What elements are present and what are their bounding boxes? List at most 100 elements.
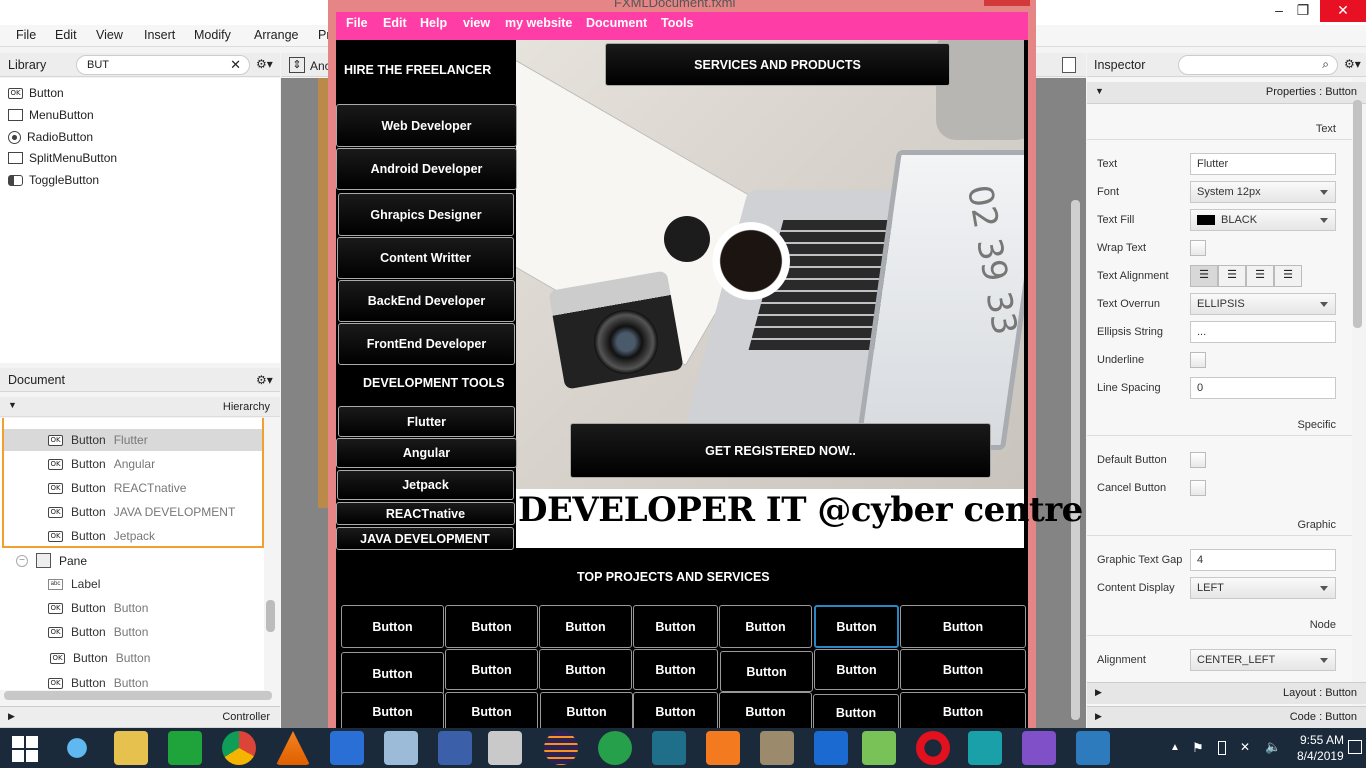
android-studio-icon[interactable] — [862, 731, 896, 765]
opera-icon[interactable] — [916, 731, 950, 765]
photos-icon[interactable] — [1076, 731, 1110, 765]
tree-row-button[interactable]: OK Button Button — [48, 625, 148, 639]
tree-vscrollbar[interactable] — [266, 600, 275, 632]
ellipsis-string-field[interactable]: ... — [1190, 321, 1336, 343]
grid-button[interactable]: Button — [445, 692, 538, 732]
grid-button[interactable]: Button — [341, 605, 444, 648]
tree-row-button[interactable]: OK Button Button — [48, 677, 148, 689]
grid-button[interactable]: Button — [341, 692, 444, 732]
align-center-icon[interactable]: ☰ — [1218, 265, 1246, 287]
code-header[interactable]: ▶ Code : Button — [1087, 706, 1366, 728]
content-display-select[interactable]: LEFT — [1190, 577, 1336, 599]
grid-button[interactable]: Button — [633, 605, 718, 648]
library-item-menubutton[interactable]: MenuButton — [8, 108, 94, 122]
grid-button[interactable]: Button — [341, 652, 444, 695]
text-overrun-select[interactable]: ELLIPSIS — [1190, 293, 1336, 315]
line-spacing-field[interactable]: 0 — [1190, 377, 1336, 399]
grid-button[interactable]: Button — [539, 649, 632, 690]
text-field[interactable]: Flutter — [1190, 153, 1336, 175]
grid-button[interactable]: Button — [539, 605, 632, 648]
tree-row-flutter[interactable]: OK Button Flutter — [48, 433, 148, 447]
grid-button[interactable]: Button — [540, 692, 633, 732]
tree-row-java[interactable]: OK Button JAVA DEVELOPMENT — [48, 505, 235, 519]
web-developer-button[interactable]: Web Developer — [336, 104, 517, 147]
library-search-input[interactable]: BUT ✕ — [76, 55, 250, 75]
collapse-arrow-icon[interactable]: ▼ — [1095, 86, 1104, 96]
canvas-vscrollbar[interactable] — [1071, 200, 1080, 720]
tray-battery-icon[interactable] — [1218, 741, 1226, 755]
grid-button[interactable]: Button — [813, 694, 899, 732]
internet-explorer-icon[interactable] — [60, 731, 94, 765]
box-app-icon[interactable] — [384, 731, 418, 765]
shield-app-icon[interactable] — [652, 731, 686, 765]
grid-button[interactable]: Button — [633, 692, 718, 732]
grid-button[interactable]: Button — [814, 649, 899, 690]
hierarchy-bar[interactable]: ▼ Hierarchy — [0, 397, 280, 417]
visual-studio-icon[interactable] — [1022, 731, 1056, 765]
collapse-arrow-icon[interactable]: ▼ — [8, 400, 17, 410]
jetpack-button[interactable]: Jetpack — [337, 470, 514, 500]
menu-insert[interactable]: Insert — [144, 28, 175, 42]
inspector-search-input[interactable]: ⌕ — [1178, 55, 1338, 75]
menu-modify[interactable]: Modify — [194, 28, 231, 42]
android-developer-button[interactable]: Android Developer — [336, 148, 517, 190]
wps-icon[interactable] — [330, 731, 364, 765]
backend-developer-button[interactable]: BackEnd Developer — [338, 280, 515, 322]
fx-menu-edit[interactable]: Edit — [383, 16, 407, 30]
tree-hscrollbar[interactable] — [4, 691, 272, 700]
fx-menu-tools[interactable]: Tools — [661, 16, 693, 30]
clear-search-icon[interactable]: ✕ — [230, 57, 241, 73]
tree-row-angular[interactable]: OK Button Angular — [48, 457, 155, 471]
tree-row-reactnative[interactable]: OK Button REACTnative — [48, 481, 186, 495]
grid-button[interactable]: Button — [900, 605, 1026, 648]
expand-arrow-icon[interactable]: ▶ — [1095, 687, 1102, 698]
fx-menu-mywebsite[interactable]: my website — [505, 16, 572, 30]
start-windows-icon[interactable] — [12, 736, 38, 762]
chrome-icon[interactable] — [222, 731, 256, 765]
wrap-text-checkbox[interactable] — [1190, 240, 1206, 256]
font-select[interactable]: System 12px — [1190, 181, 1336, 203]
clock-date[interactable]: 8/4/2019 — [1297, 749, 1344, 763]
alignment-select[interactable]: CENTER_LEFT — [1190, 649, 1336, 671]
collapse-circle-icon[interactable]: − — [16, 554, 28, 567]
library-item-button[interactable]: OK Button — [8, 86, 64, 100]
tree-row-jetpack[interactable]: OK Button Jetpack — [48, 529, 155, 543]
eclipse-icon[interactable] — [544, 731, 578, 765]
frontend-developer-button[interactable]: FrontEnd Developer — [338, 323, 515, 365]
tree-row-button[interactable]: OK Button Button — [48, 601, 148, 615]
file-explorer-icon[interactable] — [114, 731, 148, 765]
fx-close-button[interactable] — [984, 0, 1030, 6]
archive-icon[interactable] — [760, 731, 794, 765]
graphics-designer-button[interactable]: Ghrapics Designer — [338, 193, 514, 236]
inspector-vscrollbar[interactable] — [1353, 100, 1362, 328]
anchor-icon[interactable]: ⇕ — [289, 57, 305, 73]
fx-menu-help[interactable]: Help — [420, 16, 447, 30]
grid-button[interactable]: Button — [445, 649, 538, 690]
scenebuilder-icon[interactable] — [488, 731, 522, 765]
services-products-button[interactable]: SERVICES AND PRODUCTS — [605, 43, 950, 86]
menu-file[interactable]: File — [16, 28, 36, 42]
angular-button[interactable]: Angular — [336, 438, 517, 468]
grid-button[interactable]: Button — [633, 649, 718, 690]
camera-app-icon[interactable] — [968, 731, 1002, 765]
grid-button[interactable]: Button — [719, 692, 812, 732]
controller-bar[interactable]: ▶ Controller — [0, 706, 280, 728]
notification-icon[interactable] — [1348, 740, 1362, 754]
align-left-icon[interactable]: ☰ — [1190, 265, 1218, 287]
clock-time[interactable]: 9:55 AM — [1300, 733, 1344, 747]
grid-button[interactable]: Button — [900, 692, 1026, 732]
tray-up-arrow-icon[interactable]: ▲ — [1170, 742, 1180, 753]
underline-checkbox[interactable] — [1190, 352, 1206, 368]
grid-button[interactable]: Button — [720, 651, 813, 692]
tree-row-button[interactable]: OK Button Button — [50, 651, 150, 665]
green-app-icon[interactable] — [598, 731, 632, 765]
grid-button[interactable]: Button — [900, 649, 1026, 690]
store-icon[interactable] — [168, 731, 202, 765]
fx-menu-document[interactable]: Document — [586, 16, 647, 30]
download-icon[interactable] — [814, 731, 848, 765]
graphic-text-gap-field[interactable]: 4 — [1190, 549, 1336, 571]
grid-button-focused[interactable]: Button — [814, 605, 899, 648]
document-icon[interactable] — [1062, 57, 1076, 73]
flutter-button[interactable]: Flutter — [338, 406, 515, 437]
tray-volume-icon[interactable]: 🔈 — [1265, 739, 1281, 755]
